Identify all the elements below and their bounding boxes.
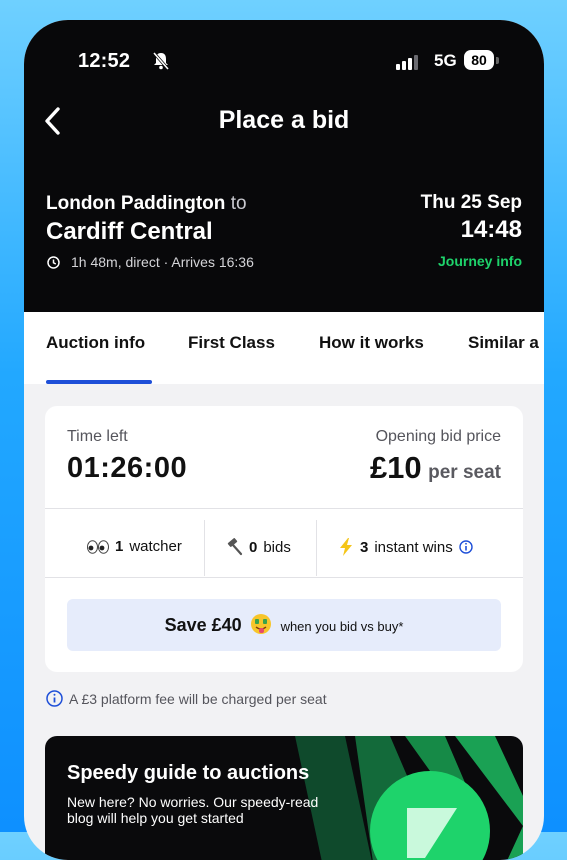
guide-title: Speedy guide to auctions <box>67 762 310 784</box>
tab-similar-auctions[interactable]: Similar a <box>468 333 539 353</box>
bids-label: bids <box>263 538 291 556</box>
savings-caption: when you bid vs buy* <box>280 619 404 634</box>
card-divider-bottom <box>45 577 523 578</box>
battery-tip <box>496 57 499 64</box>
per-seat-label: per seat <box>428 462 501 483</box>
page-title: Place a bid <box>218 106 350 134</box>
guide-card[interactable]: Speedy guide to auctions New here? No wo… <box>45 736 523 860</box>
signal-icon <box>396 55 418 70</box>
watchers-stat: 1 watcher <box>87 538 182 555</box>
bids-count: 0 <box>249 538 258 556</box>
opening-price-amount: £10 <box>369 450 422 485</box>
tab-how-it-works[interactable]: How it works <box>319 333 424 353</box>
info-icon <box>46 690 63 707</box>
battery-indicator: 80 <box>464 50 494 70</box>
lightning-bolt-icon <box>340 538 352 556</box>
origin-station: London Paddington <box>46 193 226 214</box>
platform-fee-text: A £3 platform fee will be charged per se… <box>69 690 327 707</box>
stat-divider-1 <box>204 520 205 576</box>
opening-bid-label: Opening bid price <box>375 428 501 445</box>
time-left-label: Time left <box>67 428 128 445</box>
bids-stat: 0 bids <box>225 538 291 556</box>
bell-muted-icon <box>152 52 170 70</box>
info-icon[interactable] <box>459 540 473 554</box>
instant-wins-label: instant wins <box>374 538 453 556</box>
card-divider-top <box>45 508 523 509</box>
tab-auction-info[interactable]: Auction info <box>46 333 145 353</box>
network-type: 5G <box>434 51 457 70</box>
to-word: to <box>230 193 247 214</box>
active-tab-indicator <box>46 380 152 384</box>
instant-wins-stat[interactable]: 3 instant wins <box>338 538 473 556</box>
tab-bar: Auction info First Class How it works Si… <box>24 312 544 384</box>
money-face-icon <box>251 614 272 634</box>
savings-amount: Save £40 <box>164 615 242 635</box>
journey-header: 12:52 5G 80 Place a bid London Paddingto… <box>24 20 544 312</box>
stat-divider-2 <box>316 520 317 576</box>
watchers-label: watcher <box>129 538 182 555</box>
travel-date: Thu 25 Sep <box>420 192 522 213</box>
tab-first-class[interactable]: First Class <box>188 333 275 353</box>
countdown-timer: 01:26:00 <box>67 452 188 484</box>
eyes-icon <box>87 539 109 554</box>
clock-icon <box>47 256 60 269</box>
savings-banner: Save £40 when you bid vs buy* <box>67 599 501 651</box>
instant-wins-count: 3 <box>360 538 369 556</box>
platform-fee-notice: A £3 platform fee will be charged per se… <box>46 690 327 707</box>
watchers-count: 1 <box>115 538 124 555</box>
guide-text: New here? No worries. Our speedy-read bl… <box>67 794 319 826</box>
journey-details: 1h 48m, direct · Arrives 16:36 <box>71 254 254 270</box>
route-line: London Paddington to <box>46 193 247 215</box>
opening-price: £10 per seat <box>370 450 501 486</box>
auction-card: Time left Opening bid price 01:26:00 £10… <box>45 406 523 672</box>
status-time: 12:52 <box>78 50 131 72</box>
destination-station: Cardiff Central <box>46 218 213 245</box>
journey-info-link[interactable]: Journey info <box>438 253 522 269</box>
departure-time: 14:48 <box>460 216 522 243</box>
phone-screen: 12:52 5G 80 Place a bid London Paddingto… <box>24 20 544 860</box>
gavel-icon <box>227 538 243 556</box>
